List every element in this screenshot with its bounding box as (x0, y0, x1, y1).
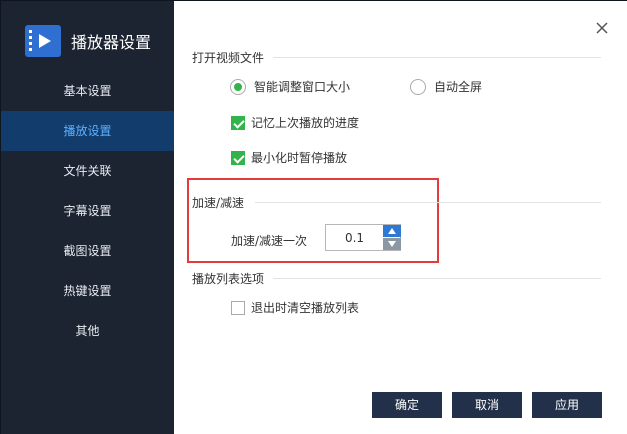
checkbox-clear-playlist-label: 退出时清空播放列表 (251, 301, 360, 315)
apply-button[interactable]: 应用 (532, 392, 602, 418)
radio-auto-fullscreen[interactable]: 自动全屏 (410, 78, 482, 95)
checkbox-pause-minimized-label: 最小化时暂停播放 (251, 151, 348, 165)
checkbox-remember-progress[interactable]: 记忆上次播放的进度 (231, 114, 359, 131)
sidebar-item-label: 播放设置 (63, 124, 112, 138)
section-title-open-file: 打开视频文件 (192, 51, 265, 65)
speed-step-label: 加速/减速一次 (231, 234, 308, 248)
radio-checked-icon (230, 78, 246, 95)
checkbox-remember-progress-label: 记忆上次播放的进度 (251, 116, 360, 130)
checkbox-checked-icon (231, 115, 245, 130)
sidebar-item-label: 文件关联 (63, 164, 112, 178)
sidebar-item-label: 截图设置 (63, 244, 112, 258)
spin-down-button[interactable] (383, 238, 401, 250)
sidebar-item-label: 热键设置 (63, 284, 112, 298)
speed-step-input[interactable] (326, 225, 383, 250)
sidebar-item-label: 字幕设置 (63, 204, 112, 218)
triangle-up-icon (388, 228, 396, 234)
speed-step-spinbox (325, 224, 401, 251)
checkbox-pause-minimized[interactable]: 最小化时暂停播放 (231, 149, 347, 166)
sidebar-item-label: 基本设置 (63, 84, 112, 98)
close-icon (596, 22, 608, 34)
section-title-speed: 加速/减速 (192, 196, 245, 210)
section-divider (273, 278, 601, 279)
sidebar-item-playback[interactable]: 播放设置 (1, 111, 174, 151)
sidebar-item-other[interactable]: 其他 (1, 311, 174, 351)
radio-smart-resize-label: 智能调整窗口大小 (254, 80, 351, 94)
section-divider (273, 57, 601, 58)
close-button[interactable] (593, 19, 611, 37)
speed-section-highlight (187, 178, 439, 263)
radio-auto-fullscreen-label: 自动全屏 (434, 80, 483, 94)
sidebar-item-screenshot[interactable]: 截图设置 (1, 231, 174, 271)
sidebar-item-basic[interactable]: 基本设置 (1, 71, 174, 111)
app-title: 播放器设置 (71, 33, 152, 52)
settings-window: 播放器设置 基本设置 播放设置 文件关联 字幕设置 截图设置 热键设置 其他 打… (0, 0, 627, 434)
sidebar-item-label: 其他 (75, 324, 100, 338)
section-title-playlist: 播放列表选项 (192, 272, 265, 286)
sidebar: 播放器设置 基本设置 播放设置 文件关联 字幕设置 截图设置 热键设置 其他 (1, 1, 174, 434)
spin-up-button[interactable] (383, 225, 401, 237)
checkbox-clear-playlist[interactable]: 退出时清空播放列表 (231, 299, 359, 316)
cancel-button[interactable]: 取消 (452, 392, 522, 418)
section-divider (255, 202, 601, 203)
sidebar-item-subtitles[interactable]: 字幕设置 (1, 191, 174, 231)
sidebar-item-file-association[interactable]: 文件关联 (1, 151, 174, 191)
brand: 播放器设置 (25, 23, 151, 59)
sidebar-item-hotkeys[interactable]: 热键设置 (1, 271, 174, 311)
sidebar-nav: 基本设置 播放设置 文件关联 字幕设置 截图设置 热键设置 其他 (1, 71, 174, 351)
checkbox-checked-icon (231, 150, 245, 165)
player-logo-icon (25, 25, 61, 57)
triangle-down-icon (388, 241, 396, 247)
radio-smart-resize[interactable]: 智能调整窗口大小 (230, 78, 350, 95)
radio-unchecked-icon (410, 78, 426, 95)
checkbox-unchecked-icon (231, 300, 245, 315)
ok-button[interactable]: 确定 (372, 392, 442, 418)
